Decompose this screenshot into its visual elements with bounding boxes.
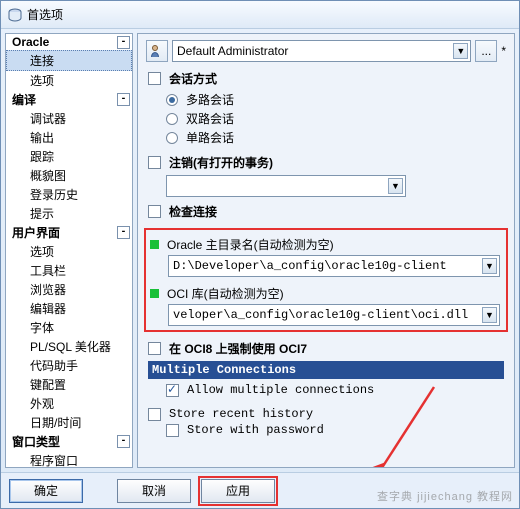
main-panel: Default Administrator ▼ ... * 会话方式 多路会话 … <box>137 33 515 468</box>
window-title: 首选项 <box>27 6 63 23</box>
radio-icon <box>166 113 178 125</box>
chevron-down-icon[interactable]: ▼ <box>482 307 497 323</box>
status-icon <box>150 289 159 298</box>
checkconn-section: 检查连接 <box>138 199 514 226</box>
profile-name: Default Administrator <box>177 44 288 58</box>
tree-item-toolbars[interactable]: 工具栏 <box>6 261 132 280</box>
logoff-heading: 注销(有打开的事务) <box>148 154 504 171</box>
collapse-icon[interactable]: - <box>117 93 130 106</box>
tree-item-hints[interactable]: 提示 <box>6 204 132 223</box>
tree-item-code-assist[interactable]: 代码助手 <box>6 356 132 375</box>
collapse-icon[interactable]: - <box>117 435 130 448</box>
tree-item-login-history[interactable]: 登录历史 <box>6 185 132 204</box>
section-checkbox[interactable] <box>148 156 161 169</box>
tree-group-oracle[interactable]: Oracle- <box>6 34 132 50</box>
tree-item-trace[interactable]: 跟踪 <box>6 147 132 166</box>
oraclehome-input[interactable]: D:\Developer\a_config\oracle10g-client ▼ <box>168 255 500 277</box>
tree-item-program-window[interactable]: 程序窗口 <box>6 451 132 468</box>
profile-more-button[interactable]: ... <box>475 40 497 62</box>
logoff-combo[interactable]: ▼ <box>166 175 406 197</box>
forceoci7-section: 在 OCI8 上强制使用 OCI7 Multiple Connections A… <box>138 334 514 441</box>
multiple-connections-header: Multiple Connections <box>148 361 504 379</box>
logoff-section: 注销(有打开的事务) ▼ <box>138 150 514 199</box>
tree-item-appearance[interactable]: 外观 <box>6 394 132 413</box>
allow-multi-row[interactable]: Allow multiple connections <box>166 383 504 397</box>
radio-single[interactable]: 单路会话 <box>166 129 504 146</box>
checkconn-row[interactable]: 检查连接 <box>148 203 504 220</box>
radio-dual[interactable]: 双路会话 <box>166 110 504 127</box>
store-password-row[interactable]: Store with password <box>166 423 504 437</box>
highlight-box: Oracle 主目录名(自动检测为空) D:\Developer\a_confi… <box>144 228 508 332</box>
section-checkbox[interactable] <box>148 72 161 85</box>
checkbox[interactable] <box>148 408 161 421</box>
tree-item-key-config[interactable]: 键配置 <box>6 375 132 394</box>
profile-icon[interactable] <box>146 40 168 62</box>
ocilib-input[interactable]: veloper\a_config\oracle10g-client\oci.dl… <box>168 304 500 326</box>
checkbox[interactable] <box>166 424 179 437</box>
session-mode-heading: 会话方式 <box>148 70 504 87</box>
collapse-icon[interactable]: - <box>117 226 130 239</box>
oraclehome-label: Oracle 主目录名(自动检测为空) <box>167 236 334 253</box>
tree-item-beautifier[interactable]: PL/SQL 美化器 <box>6 337 132 356</box>
checkbox[interactable] <box>148 342 161 355</box>
checkbox[interactable] <box>166 384 179 397</box>
tree-item-output[interactable]: 输出 <box>6 128 132 147</box>
forceoci7-row[interactable]: 在 OCI8 上强制使用 OCI7 <box>148 340 504 357</box>
radio-icon <box>166 94 178 106</box>
tree-item-browser[interactable]: 浏览器 <box>6 280 132 299</box>
tree-item-options[interactable]: 选项 <box>6 71 132 90</box>
modified-indicator: * <box>501 44 506 58</box>
profile-combo[interactable]: Default Administrator ▼ <box>172 40 471 62</box>
collapse-icon[interactable]: - <box>117 36 130 49</box>
oraclehome-label-row: Oracle 主目录名(自动检测为空) <box>150 236 500 253</box>
ocilib-label: OCI 库(自动检测为空) <box>167 285 284 302</box>
tree-group-compile[interactable]: 编译- <box>6 90 132 109</box>
tree-item-fonts[interactable]: 字体 <box>6 318 132 337</box>
radio-multi[interactable]: 多路会话 <box>166 91 504 108</box>
preferences-window: 首选项 Oracle- 连接 选项 编译- 调试器 输出 跟踪 概貌图 登录历史… <box>0 0 520 509</box>
chevron-down-icon[interactable]: ▼ <box>453 43 468 59</box>
radio-icon <box>166 132 178 144</box>
chevron-down-icon[interactable]: ▼ <box>482 258 497 274</box>
apply-button[interactable]: 应用 <box>201 479 275 503</box>
tree-item-debugger[interactable]: 调试器 <box>6 109 132 128</box>
titlebar: 首选项 <box>1 1 519 29</box>
footer: 确定 取消 应用 <box>1 472 519 508</box>
tree-item-connection[interactable]: 连接 <box>6 50 132 71</box>
tree-group-window-types[interactable]: 窗口类型- <box>6 432 132 451</box>
checkbox[interactable] <box>148 205 161 218</box>
profile-row: Default Administrator ▼ ... * <box>138 34 514 66</box>
store-history-row[interactable]: Store recent history <box>148 407 504 421</box>
chevron-down-icon[interactable]: ▼ <box>388 178 403 194</box>
ocilib-label-row: OCI 库(自动检测为空) <box>150 285 500 302</box>
tree-item-datetime[interactable]: 日期/时间 <box>6 413 132 432</box>
tree-group-ui[interactable]: 用户界面- <box>6 223 132 242</box>
status-icon <box>150 240 159 249</box>
sidebar-tree[interactable]: Oracle- 连接 选项 编译- 调试器 输出 跟踪 概貌图 登录历史 提示 … <box>5 33 133 468</box>
cancel-button[interactable]: 取消 <box>117 479 191 503</box>
tree-item-editor[interactable]: 编辑器 <box>6 299 132 318</box>
ok-button[interactable]: 确定 <box>9 479 83 503</box>
session-mode-section: 会话方式 多路会话 双路会话 单路会话 <box>138 66 514 150</box>
content-area: Oracle- 连接 选项 编译- 调试器 输出 跟踪 概貌图 登录历史 提示 … <box>1 29 519 472</box>
tree-item-profile[interactable]: 概貌图 <box>6 166 132 185</box>
app-icon <box>7 7 23 23</box>
tree-item-ui-options[interactable]: 选项 <box>6 242 132 261</box>
